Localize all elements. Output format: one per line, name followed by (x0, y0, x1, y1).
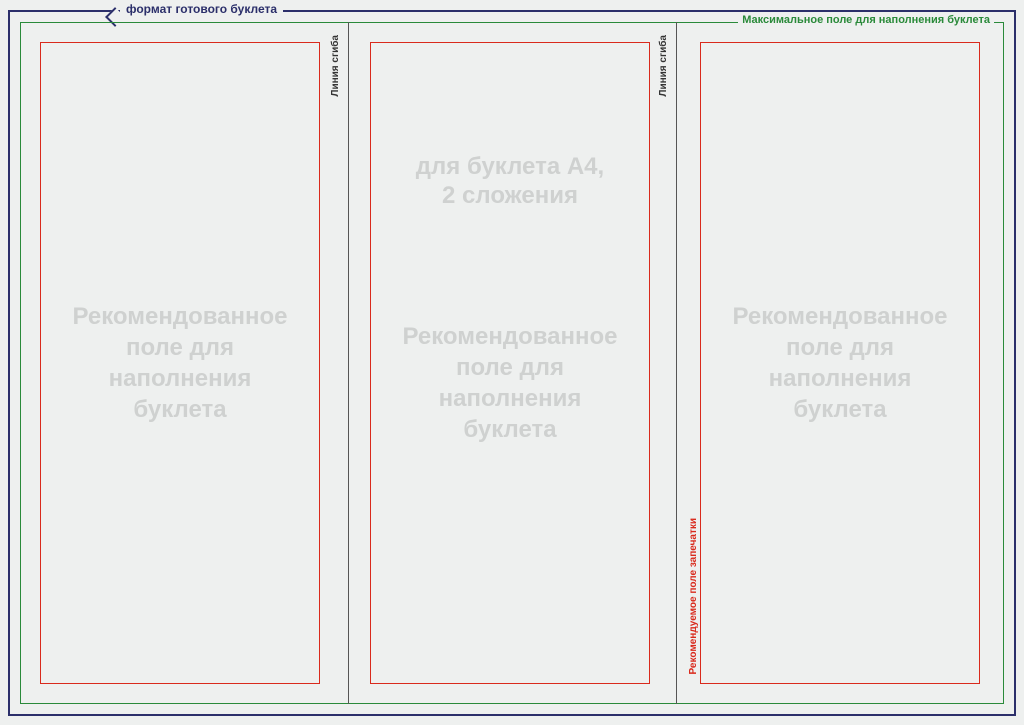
rec-line: буклета (133, 396, 226, 423)
panel-2-headline: для буклета А4, 2 сложения (371, 153, 649, 211)
rec-line: буклета (463, 416, 556, 443)
headline-line: 2 сложения (442, 182, 578, 209)
fold-line-1-label: Линия сгиба (330, 35, 341, 97)
rec-line: наполнения (439, 385, 582, 412)
rec-line: Рекомендованное (732, 303, 947, 330)
print-area-label: Рекомендуемое поле запечатки (688, 518, 699, 675)
rec-line: буклета (793, 396, 886, 423)
recommended-panel-2-text: Рекомендованное поле для наполнения букл… (402, 321, 617, 446)
rec-line: поле для (456, 354, 564, 381)
recommended-panel-3: Рекомендованное поле для наполнения букл… (700, 42, 980, 684)
recommended-panel-1: Рекомендованное поле для наполнения букл… (40, 42, 320, 684)
booklet-template-diagram: формат готового буклета Максимальное пол… (0, 0, 1024, 725)
rec-line: Рекомендованное (402, 323, 617, 350)
recommended-panel-3-text: Рекомендованное поле для наполнения букл… (732, 301, 947, 426)
max-fill-label: Максимальное поле для наполнения буклета (738, 14, 994, 26)
rec-line: Рекомендованное (72, 303, 287, 330)
recommended-panel-2: для буклета А4, 2 сложения Рекомендованн… (370, 42, 650, 684)
fold-line-2-label: Линия сгиба (658, 35, 669, 97)
fold-line-1 (348, 22, 349, 704)
fold-line-2 (676, 22, 677, 704)
rec-line: поле для (786, 334, 894, 361)
rec-line: наполнения (109, 365, 252, 392)
recommended-panel-1-text: Рекомендованное поле для наполнения букл… (72, 301, 287, 426)
rec-line: поле для (126, 334, 234, 361)
headline-line: для буклета А4, (416, 153, 604, 180)
booklet-format-label: формат готового буклета (120, 2, 283, 16)
rec-line: наполнения (769, 365, 912, 392)
